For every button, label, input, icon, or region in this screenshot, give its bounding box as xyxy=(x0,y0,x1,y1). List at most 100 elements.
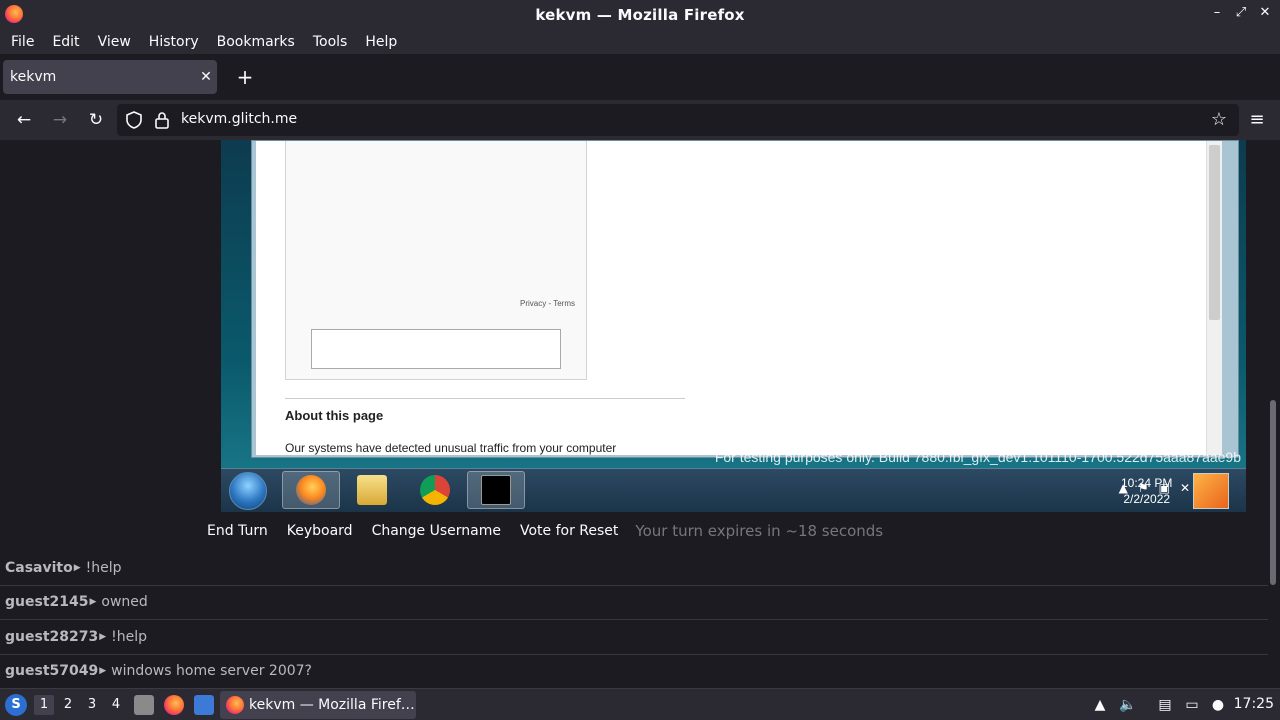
vm-controls: End Turn Keyboard Change Username Vote f… xyxy=(207,522,883,540)
new-tab-icon[interactable]: + xyxy=(233,65,257,89)
vm-browser-window[interactable]: Privacy - Terms About this page Our syst… xyxy=(251,140,1239,458)
vm-clock-time: 10:24 PM xyxy=(1121,476,1173,490)
vm-scrollbar[interactable] xyxy=(1206,141,1222,455)
captcha-box: Privacy - Terms xyxy=(285,141,587,380)
chat-log: Casavito ▶ !help guest2145 ▶ owned guest28… xyxy=(0,551,1268,688)
tab-bar: kekvm ✕ + xyxy=(0,54,1280,100)
menu-help[interactable]: Help xyxy=(356,34,406,50)
menu-view[interactable]: View xyxy=(89,34,140,50)
menu-edit[interactable]: Edit xyxy=(43,34,88,50)
chat-username: guest57049 xyxy=(5,663,99,680)
chat-message: guest2145 ▶ owned xyxy=(0,586,1268,620)
captcha-privacy-terms[interactable]: Privacy - Terms xyxy=(520,299,575,308)
vm-firefox-icon xyxy=(296,475,326,505)
os-taskbar: S 1 2 3 4 kekvm — Mozilla Firef… ▲ 🔈 ▤ ▭… xyxy=(0,688,1280,720)
keyboard-button[interactable]: Keyboard xyxy=(287,523,353,539)
minimize-icon[interactable]: – xyxy=(1210,6,1224,20)
vm-build-watermark: For testing purposes only. Build 7880.fb… xyxy=(714,449,1241,465)
os-clock[interactable]: 17:25 xyxy=(1234,696,1274,712)
menu-file[interactable]: File xyxy=(2,34,43,50)
firefox-icon xyxy=(5,5,23,23)
vm-chrome-icon xyxy=(420,475,450,505)
vm-chrome-app[interactable] xyxy=(406,471,464,509)
menu-history[interactable]: History xyxy=(140,34,208,50)
vm-divider xyxy=(285,398,685,399)
turn-status: Your turn expires in ~18 seconds xyxy=(635,522,884,540)
desktop-icon[interactable] xyxy=(194,695,214,715)
chat-username: Casavito xyxy=(5,559,73,576)
vm-explorer-app[interactable] xyxy=(343,471,401,509)
vm-clock-date: 2/2/2022 xyxy=(1123,492,1171,506)
workspace-1[interactable]: 1 xyxy=(34,695,54,715)
vm-cmd-app[interactable] xyxy=(467,471,525,509)
tracking-shield-icon[interactable] xyxy=(125,111,143,129)
clipboard-icon[interactable]: ▤ xyxy=(1155,695,1175,715)
chat-arrow-icon: ▶ xyxy=(99,666,107,677)
vm-clock[interactable]: 10:24 PM 2/2/2022 xyxy=(1121,475,1172,507)
end-turn-button[interactable]: End Turn xyxy=(207,523,268,539)
workspace-3[interactable]: 3 xyxy=(82,695,102,715)
taskbar-window-label: kekvm — Mozilla Firef… xyxy=(249,697,415,713)
back-icon[interactable]: ← xyxy=(12,108,36,132)
vm-browser-content[interactable]: Privacy - Terms About this page Our syst… xyxy=(256,141,1222,455)
firefox-icon xyxy=(226,696,244,714)
vote-reset-button[interactable]: Vote for Reset xyxy=(520,523,618,539)
tab-kekvm[interactable]: kekvm ✕ xyxy=(3,60,217,94)
os-menu-icon[interactable]: S xyxy=(5,694,27,716)
tray-updates-icon[interactable]: ▲ xyxy=(1090,695,1110,715)
firefox-launcher-icon[interactable] xyxy=(164,695,184,715)
url-text[interactable]: kekvm.glitch.me xyxy=(181,111,297,127)
vm-folder-icon xyxy=(357,475,387,505)
taskbar-firefox-window[interactable]: kekvm — Mozilla Firef… xyxy=(220,691,416,719)
chat-text: !help xyxy=(111,628,148,645)
chat-message: Casavito ▶ !help xyxy=(0,551,1268,586)
vm-firefox-app[interactable] xyxy=(282,471,340,509)
page-content: Privacy - Terms About this page Our syst… xyxy=(0,140,1280,688)
vm-taskbar: ▲ ⚑ ▣ ✕ 10:24 PM 2/2/2022 xyxy=(221,468,1246,512)
volume-icon[interactable]: 🔈 xyxy=(1118,695,1138,715)
maximize-icon[interactable]: ⤢ xyxy=(1234,6,1248,20)
chat-text: !help xyxy=(85,559,122,576)
navigation-bar: ← → ↻ kekvm.glitch.me ☆ ≡ xyxy=(0,100,1280,140)
page-scrollbar[interactable] xyxy=(1270,400,1276,585)
workspace-2[interactable]: 2 xyxy=(58,695,78,715)
window-titlebar: kekvm — Mozilla Firefox – ⤢ ✕ xyxy=(0,0,1280,29)
forward-icon[interactable]: → xyxy=(48,108,72,132)
chat-arrow-icon: ▶ xyxy=(89,597,97,608)
captcha-answer-field[interactable] xyxy=(311,329,561,369)
tab-title: kekvm xyxy=(10,69,57,85)
chat-arrow-icon: ▶ xyxy=(73,562,81,573)
bookmark-star-icon[interactable]: ☆ xyxy=(1211,109,1227,130)
change-username-button[interactable]: Change Username xyxy=(372,523,501,539)
workspace-4[interactable]: 4 xyxy=(106,695,126,715)
vm-scrollbar-thumb[interactable] xyxy=(1209,145,1220,320)
menu-bar: File Edit View History Bookmarks Tools H… xyxy=(0,29,1280,54)
close-icon[interactable]: ✕ xyxy=(1258,6,1272,20)
vm-user-picture[interactable] xyxy=(1193,473,1229,509)
reload-icon[interactable]: ↻ xyxy=(84,108,108,132)
hamburger-menu-icon[interactable]: ≡ xyxy=(1245,108,1269,132)
window-controls: – ⤢ ✕ xyxy=(1210,6,1272,20)
notification-icon[interactable]: ● xyxy=(1208,695,1228,715)
menu-tools[interactable]: Tools xyxy=(304,34,357,50)
window-title: kekvm — Mozilla Firefox xyxy=(535,5,745,24)
chat-text: windows home server 2007? xyxy=(111,663,312,680)
about-heading: About this page xyxy=(285,408,384,423)
chat-arrow-icon: ▶ xyxy=(99,631,107,642)
network-icon[interactable]: ▭ xyxy=(1182,695,1202,715)
tab-close-icon[interactable]: ✕ xyxy=(195,69,217,85)
vm-cmd-icon xyxy=(481,475,511,505)
chat-username: guest2145 xyxy=(5,594,89,611)
lock-icon[interactable] xyxy=(154,111,170,129)
menu-bookmarks[interactable]: Bookmarks xyxy=(208,34,304,50)
chat-text: owned xyxy=(101,594,148,611)
chat-message: guest28273 ▶ !help xyxy=(0,620,1268,655)
about-text: Our systems have detected unusual traffi… xyxy=(285,441,617,455)
file-manager-icon[interactable] xyxy=(134,695,154,715)
vm-screen[interactable]: Privacy - Terms About this page Our syst… xyxy=(221,140,1246,512)
vm-volume-muted-icon[interactable]: ✕ xyxy=(1180,481,1190,495)
chat-message: guest57049 ▶ windows home server 2007? xyxy=(0,655,1268,689)
vm-start-button[interactable] xyxy=(229,472,267,510)
chat-username: guest28273 xyxy=(5,628,99,645)
url-bar[interactable]: kekvm.glitch.me ☆ xyxy=(117,104,1239,136)
